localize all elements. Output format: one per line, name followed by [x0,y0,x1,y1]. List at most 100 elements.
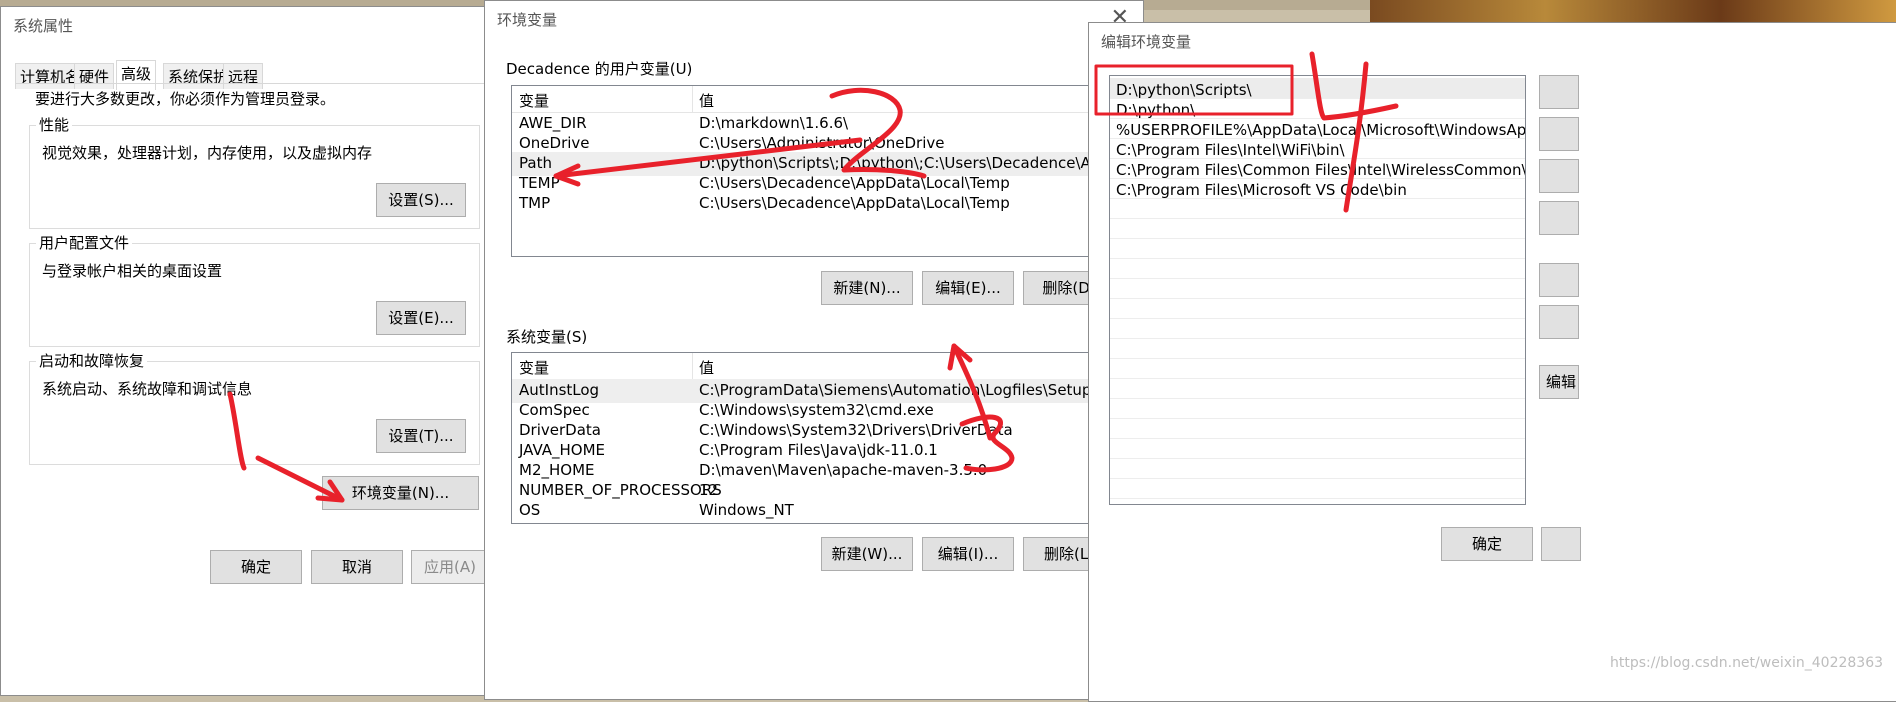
path-text: C:\Program Files\Intel\WiFi\bin\ [1116,141,1345,159]
empty-row[interactable] [1110,218,1525,239]
column-separator [692,86,693,112]
cancel-button[interactable]: 取消 [311,550,403,584]
variable-name: M2_HOME [519,461,595,479]
user-profile-title: 用户配置文件 [36,232,133,253]
path-entry[interactable]: C:\Program Files\Intel\WiFi\bin\ [1110,138,1525,159]
startup-desc: 系统启动、系统故障和调试信息 [42,380,253,398]
dialog-title: 编辑环境变量 [1101,33,1192,51]
cancel-button[interactable] [1541,527,1581,561]
tab-remote[interactable]: 远程 [223,63,264,89]
empty-row[interactable] [1110,398,1525,419]
tab-hardware[interactable]: 硬件 [74,63,115,89]
edit-text-button[interactable]: 编辑 [1539,365,1579,399]
variable-value: D:\maven\Maven\apache-maven-3.5.0 [699,461,988,479]
ok-button[interactable]: 确定 [210,550,302,584]
user-profile-desc: 与登录帐户相关的桌面设置 [42,262,223,280]
user-vars-table[interactable]: 变量 值 AWE_DIR D:\markdown\1.6.6\ OneDrive C:… [511,85,1141,257]
tab-panel-border [15,83,487,84]
user-profile-settings-button[interactable]: 设置(E)... [376,301,466,335]
table-row[interactable]: TMP C:\Users\Decadence\AppData\Local\Temp [512,192,1140,216]
path-entry[interactable]: D:\python\Scripts\ [1110,78,1525,99]
empty-row[interactable] [1110,278,1525,299]
variable-name: OneDrive [519,134,590,152]
performance-desc: 视觉效果，处理器计划，内存使用，以及虚拟内存 [42,144,373,162]
column-value[interactable]: 值 [699,357,714,378]
variable-value: D:\python\Scripts\;D:\python\;C:\Users\D… [699,154,1141,172]
path-text: C:\Program Files\Microsoft VS Code\bin [1116,181,1407,199]
user-edit-button[interactable]: 编辑(E)... [922,271,1014,305]
watermark: https://blog.csdn.net/weixin_40228363 [1610,655,1884,671]
ok-button[interactable]: 确定 [1441,527,1533,561]
apply-button[interactable]: 应用(A) [411,550,489,584]
admin-note: 要进行大多数更改，你必须作为管理员登录。 [35,90,336,108]
dialog-title: 环境变量 [497,11,558,29]
empty-row[interactable] [1110,458,1525,479]
variable-name: TEMP [519,174,560,192]
side-button-move-up[interactable] [1539,263,1579,297]
empty-row[interactable] [1110,478,1525,499]
environment-variables-button[interactable]: 环境变量(N)... [322,476,479,510]
variable-name: Path [519,154,552,172]
empty-row[interactable] [1110,358,1525,379]
environment-variables-dialog: 环境变量 ✕ Decadence 的用户变量(U) 变量 值 AWE_DIR D:… [484,0,1144,700]
variable-value: D:\markdown\1.6.6\ [699,114,849,132]
variable-name: DriverData [519,421,601,439]
table-row[interactable]: Path C:\Program Files\Common Files\Siemen… [512,519,1140,523]
user-new-button[interactable]: 新建(N)... [821,271,913,305]
variable-name: Path [519,521,552,523]
column-value[interactable]: 值 [699,90,714,111]
table-header: 变量 值 [512,86,1140,113]
performance-title: 性能 [36,114,73,135]
path-entry[interactable]: C:\Program Files\Microsoft VS Code\bin [1110,178,1525,199]
variable-name: AWE_DIR [519,114,587,132]
variable-name: JAVA_HOME [519,441,606,459]
column-separator [692,353,693,379]
variable-value: C:\Windows\system32\cmd.exe [699,401,934,419]
empty-row[interactable] [1110,418,1525,439]
system-edit-button[interactable]: 编辑(I)... [922,537,1014,571]
table-header: 变量 值 [512,353,1140,380]
path-text: C:\Program Files\Common Files\Intel\Wire… [1116,161,1526,179]
variable-name: AutInstLog [519,381,600,399]
path-entry[interactable]: D:\python\ [1110,98,1525,119]
system-vars-table[interactable]: 变量 值 AutInstLog C:\ProgramData\Siemens\Au… [511,352,1141,524]
side-button-browse[interactable] [1539,159,1579,193]
empty-row[interactable] [1110,338,1525,359]
path-text: D:\python\ [1116,101,1196,119]
variable-value: C:\Program Files\Java\jdk-11.0.1 [699,441,938,459]
column-variable[interactable]: 变量 [519,90,549,111]
empty-row[interactable] [1110,198,1525,219]
side-button-new[interactable] [1539,75,1579,109]
empty-row[interactable] [1110,438,1525,459]
dialog-title: 系统属性 [13,17,74,35]
variable-value: 12 [699,481,719,499]
variable-value: C:\Users\Decadence\AppData\Local\Temp [699,194,1010,212]
side-button-edit[interactable] [1539,117,1579,151]
empty-row[interactable] [1110,238,1525,259]
empty-row[interactable] [1110,318,1525,339]
tab-advanced[interactable]: 高级 [116,60,157,90]
user-vars-label: Decadence 的用户变量(U) [506,60,693,78]
startup-settings-button[interactable]: 设置(T)... [376,419,466,453]
system-vars-label: 系统变量(S) [506,328,588,346]
performance-settings-button[interactable]: 设置(S)... [376,183,466,217]
startup-title: 启动和故障恢复 [36,350,148,371]
variable-name: ComSpec [519,401,590,419]
side-button-delete[interactable] [1539,201,1579,235]
variable-value: C:\Windows\System32\Drivers\DriverData [699,421,1013,439]
column-variable[interactable]: 变量 [519,357,549,378]
system-properties-dialog: 系统属性 计算机名 硬件 高级 系统保护 远程 要进行大多数更改，你必须作为管理… [0,6,500,696]
empty-row[interactable] [1110,298,1525,319]
empty-row[interactable] [1110,258,1525,279]
empty-row[interactable] [1110,378,1525,399]
side-button-move-down[interactable] [1539,305,1579,339]
path-entry[interactable]: %USERPROFILE%\AppData\Local\Microsoft\Wi… [1110,118,1525,139]
variable-name: TMP [519,194,551,212]
system-new-button[interactable]: 新建(W)... [821,537,913,571]
path-entry[interactable]: C:\Program Files\Common Files\Intel\Wire… [1110,158,1525,179]
path-text: D:\python\Scripts\ [1116,81,1252,99]
path-list[interactable]: D:\python\Scripts\ D:\python\ %USERPROFILE… [1109,75,1526,505]
variable-value: C:\Users\Administrator\OneDrive [699,134,945,152]
variable-name: NUMBER_OF_PROCESSORS [519,481,722,499]
variable-name: OS [519,501,541,519]
